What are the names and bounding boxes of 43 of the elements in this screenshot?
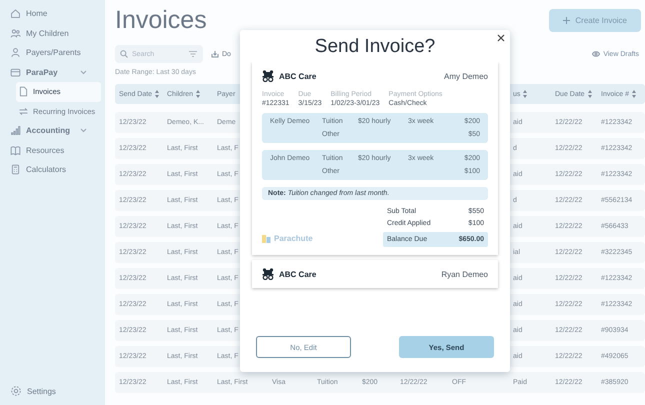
sort-icon[interactable] bbox=[523, 90, 528, 98]
settings-link[interactable]: Settings bbox=[6, 385, 101, 397]
sidebar-item[interactable]: Accounting bbox=[6, 121, 101, 140]
people-icon bbox=[10, 28, 21, 39]
repeat-arrows-icon bbox=[18, 106, 29, 117]
search-icon bbox=[120, 50, 128, 58]
close-button[interactable] bbox=[496, 33, 506, 43]
sort-icon[interactable] bbox=[632, 90, 636, 98]
filter-icon[interactable] bbox=[189, 51, 197, 57]
sort-icon[interactable] bbox=[155, 90, 160, 98]
sidebar-item[interactable]: Calculators bbox=[6, 160, 101, 180]
plus-icon bbox=[563, 17, 570, 24]
page-title: Invoices bbox=[115, 6, 207, 35]
document-icon bbox=[18, 86, 29, 98]
card-icon bbox=[10, 66, 21, 78]
logo-text: Parachute bbox=[274, 234, 313, 243]
home-icon bbox=[10, 8, 21, 20]
bar-chart-icon bbox=[10, 125, 21, 136]
book-icon bbox=[10, 144, 21, 156]
settings-icon bbox=[10, 385, 22, 397]
payer-name: Ryan Demeo bbox=[441, 270, 488, 278]
person-icon bbox=[10, 47, 21, 58]
chevron-down-icon bbox=[80, 70, 87, 75]
bear-logo-icon bbox=[262, 268, 274, 280]
sidebar-item[interactable]: ParaPay bbox=[6, 62, 101, 82]
sort-icon[interactable] bbox=[196, 90, 200, 98]
provider-name: ABC Care bbox=[279, 72, 316, 80]
dialog-title: Send Invoice? bbox=[314, 36, 436, 58]
download-icon bbox=[211, 50, 219, 58]
sidebar-item[interactable]: My Children bbox=[6, 24, 101, 43]
provider-name: ABC Care bbox=[279, 270, 316, 278]
sort-icon[interactable] bbox=[588, 90, 592, 98]
sidebar-item[interactable]: Home bbox=[6, 4, 101, 24]
bear-logo-icon bbox=[262, 70, 274, 82]
close-icon bbox=[497, 34, 505, 42]
payer-name: Amy Demeo bbox=[444, 72, 488, 80]
sidebar-item[interactable]: Resources bbox=[6, 140, 101, 160]
sidebar-item[interactable]: Payers/Parents bbox=[6, 43, 101, 62]
chevron-down-icon bbox=[80, 128, 87, 134]
eye-icon bbox=[592, 51, 600, 57]
parachute-logo-icon bbox=[262, 234, 271, 242]
calculator-icon bbox=[10, 164, 21, 176]
create-invoice-button[interactable]: Create Invoice bbox=[549, 9, 641, 32]
